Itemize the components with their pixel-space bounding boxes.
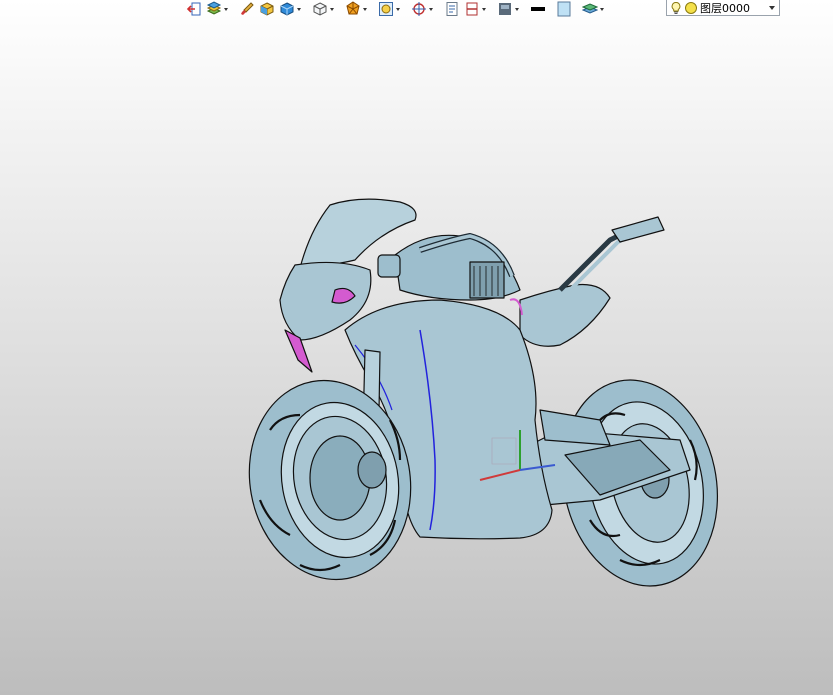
- chevron-down-icon[interactable]: [480, 1, 487, 17]
- tail-section[interactable]: [519, 283, 611, 347]
- motorcycle-model[interactable]: [0, 18, 833, 695]
- display-mode-icon: [499, 3, 511, 15]
- brush-icon: [241, 2, 254, 15]
- solid-cube-button[interactable]: [278, 1, 303, 17]
- wireframe-cube-icon: [313, 2, 327, 16]
- line-color-button[interactable]: [529, 1, 547, 17]
- section-icon: [466, 2, 478, 16]
- layer-status-dot: [685, 1, 697, 14]
- layer-manager-button[interactable]: [205, 1, 230, 17]
- zoom-view-button[interactable]: [377, 1, 402, 17]
- document-icon: [446, 2, 458, 16]
- render-cube-icon: [260, 2, 274, 16]
- chevron-down-icon[interactable]: [222, 1, 229, 17]
- section-button[interactable]: [463, 1, 488, 17]
- snap-target-button[interactable]: [410, 1, 435, 17]
- chevron-down-icon[interactable]: [765, 1, 779, 15]
- chevron-down-icon[interactable]: [427, 1, 434, 17]
- zoom-view-icon: [379, 2, 393, 16]
- layer-name: 图层0000: [700, 1, 750, 15]
- chevron-down-icon[interactable]: [598, 1, 605, 17]
- chevron-down-icon[interactable]: [513, 1, 520, 17]
- fill-color-button[interactable]: [555, 1, 573, 17]
- display-mode-button[interactable]: [496, 1, 521, 17]
- brush-button[interactable]: [238, 1, 256, 17]
- layer-manager-icon: [206, 1, 222, 15]
- chevron-down-icon[interactable]: [394, 1, 401, 17]
- lightbulb-icon[interactable]: [669, 1, 683, 15]
- main-toolbar: [185, 0, 606, 18]
- layers-stack-button[interactable]: [581, 1, 606, 17]
- 3d-viewport[interactable]: [0, 18, 833, 695]
- chevron-down-icon[interactable]: [328, 1, 335, 17]
- exit-button[interactable]: [185, 1, 203, 17]
- layers-stack-icon: [582, 3, 598, 14]
- wireframe-cube-button[interactable]: [311, 1, 336, 17]
- chevron-down-icon[interactable]: [295, 1, 302, 17]
- solid-cube-icon: [280, 2, 294, 16]
- snap-target-icon: [412, 2, 426, 16]
- layer-dropdown[interactable]: 图层0000: [666, 0, 780, 16]
- fill-color-icon: [557, 1, 571, 17]
- render-cube-button[interactable]: [258, 1, 276, 17]
- line-color-icon: [531, 7, 545, 11]
- exit-icon: [186, 2, 201, 16]
- shading-style-icon: [346, 1, 360, 15]
- chevron-down-icon[interactable]: [361, 1, 368, 17]
- document-button[interactable]: [443, 1, 461, 17]
- shading-style-button[interactable]: [344, 1, 369, 17]
